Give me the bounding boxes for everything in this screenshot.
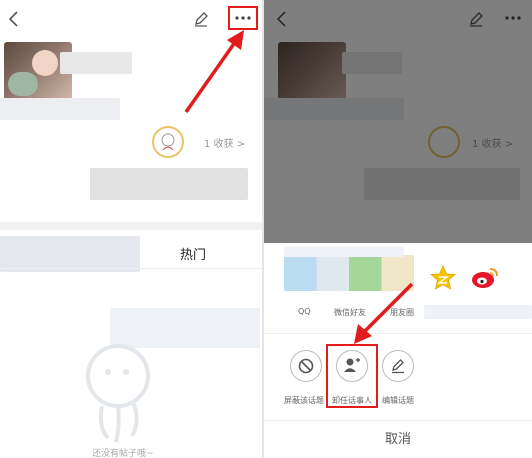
empty-state-mascot-icon <box>86 344 150 443</box>
modal-overlay[interactable] <box>264 0 532 243</box>
edit-icon[interactable] <box>193 11 209 27</box>
block-topic-button[interactable] <box>290 350 322 382</box>
annotation-arrow <box>354 282 414 344</box>
section-divider <box>0 222 262 230</box>
annotation-arrow <box>184 30 244 114</box>
resign-moderator-highlight <box>326 344 378 408</box>
harvest-link[interactable]: 1 收获 > <box>204 135 245 150</box>
block-icon <box>298 358 314 374</box>
qzone-icon[interactable] <box>430 265 456 291</box>
topic-page: 1 收获 > 热门 还没有帖子哦~ <box>0 0 262 458</box>
block-topic-label: 屏蔽该话题 <box>284 396 324 405</box>
share-sheet: QQ 微信好友 朋友圈 屏蔽该话题 卸任话事人 编辑话题 取消 <box>264 243 532 458</box>
edit-topic-label: 编辑话题 <box>382 396 414 405</box>
weibo-icon[interactable] <box>470 265 500 291</box>
blurred-desc <box>90 168 248 200</box>
topic-page-share-sheet: 1 收获 > QQ 微信好友 朋友圈 <box>264 0 532 458</box>
blurred-title <box>60 52 132 74</box>
tab-underline-divider <box>0 268 262 269</box>
more-button-highlight <box>228 6 258 30</box>
avatar-illustration-icon <box>161 133 175 151</box>
blurred-share-labels <box>424 305 532 319</box>
blurred-section-header <box>0 236 140 272</box>
edit-icon <box>392 359 404 374</box>
empty-state-text: 还没有帖子哦~ <box>92 449 154 458</box>
edit-topic-button[interactable] <box>382 350 414 382</box>
tab-hot[interactable]: 热门 <box>180 244 206 263</box>
moderator-avatar[interactable] <box>152 126 184 158</box>
share-label-qq: QQ <box>298 307 311 316</box>
blurred-subtitle <box>0 98 120 120</box>
back-icon[interactable] <box>6 10 20 28</box>
blurred-share-header <box>284 247 404 257</box>
cancel-button[interactable]: 取消 <box>264 420 532 458</box>
